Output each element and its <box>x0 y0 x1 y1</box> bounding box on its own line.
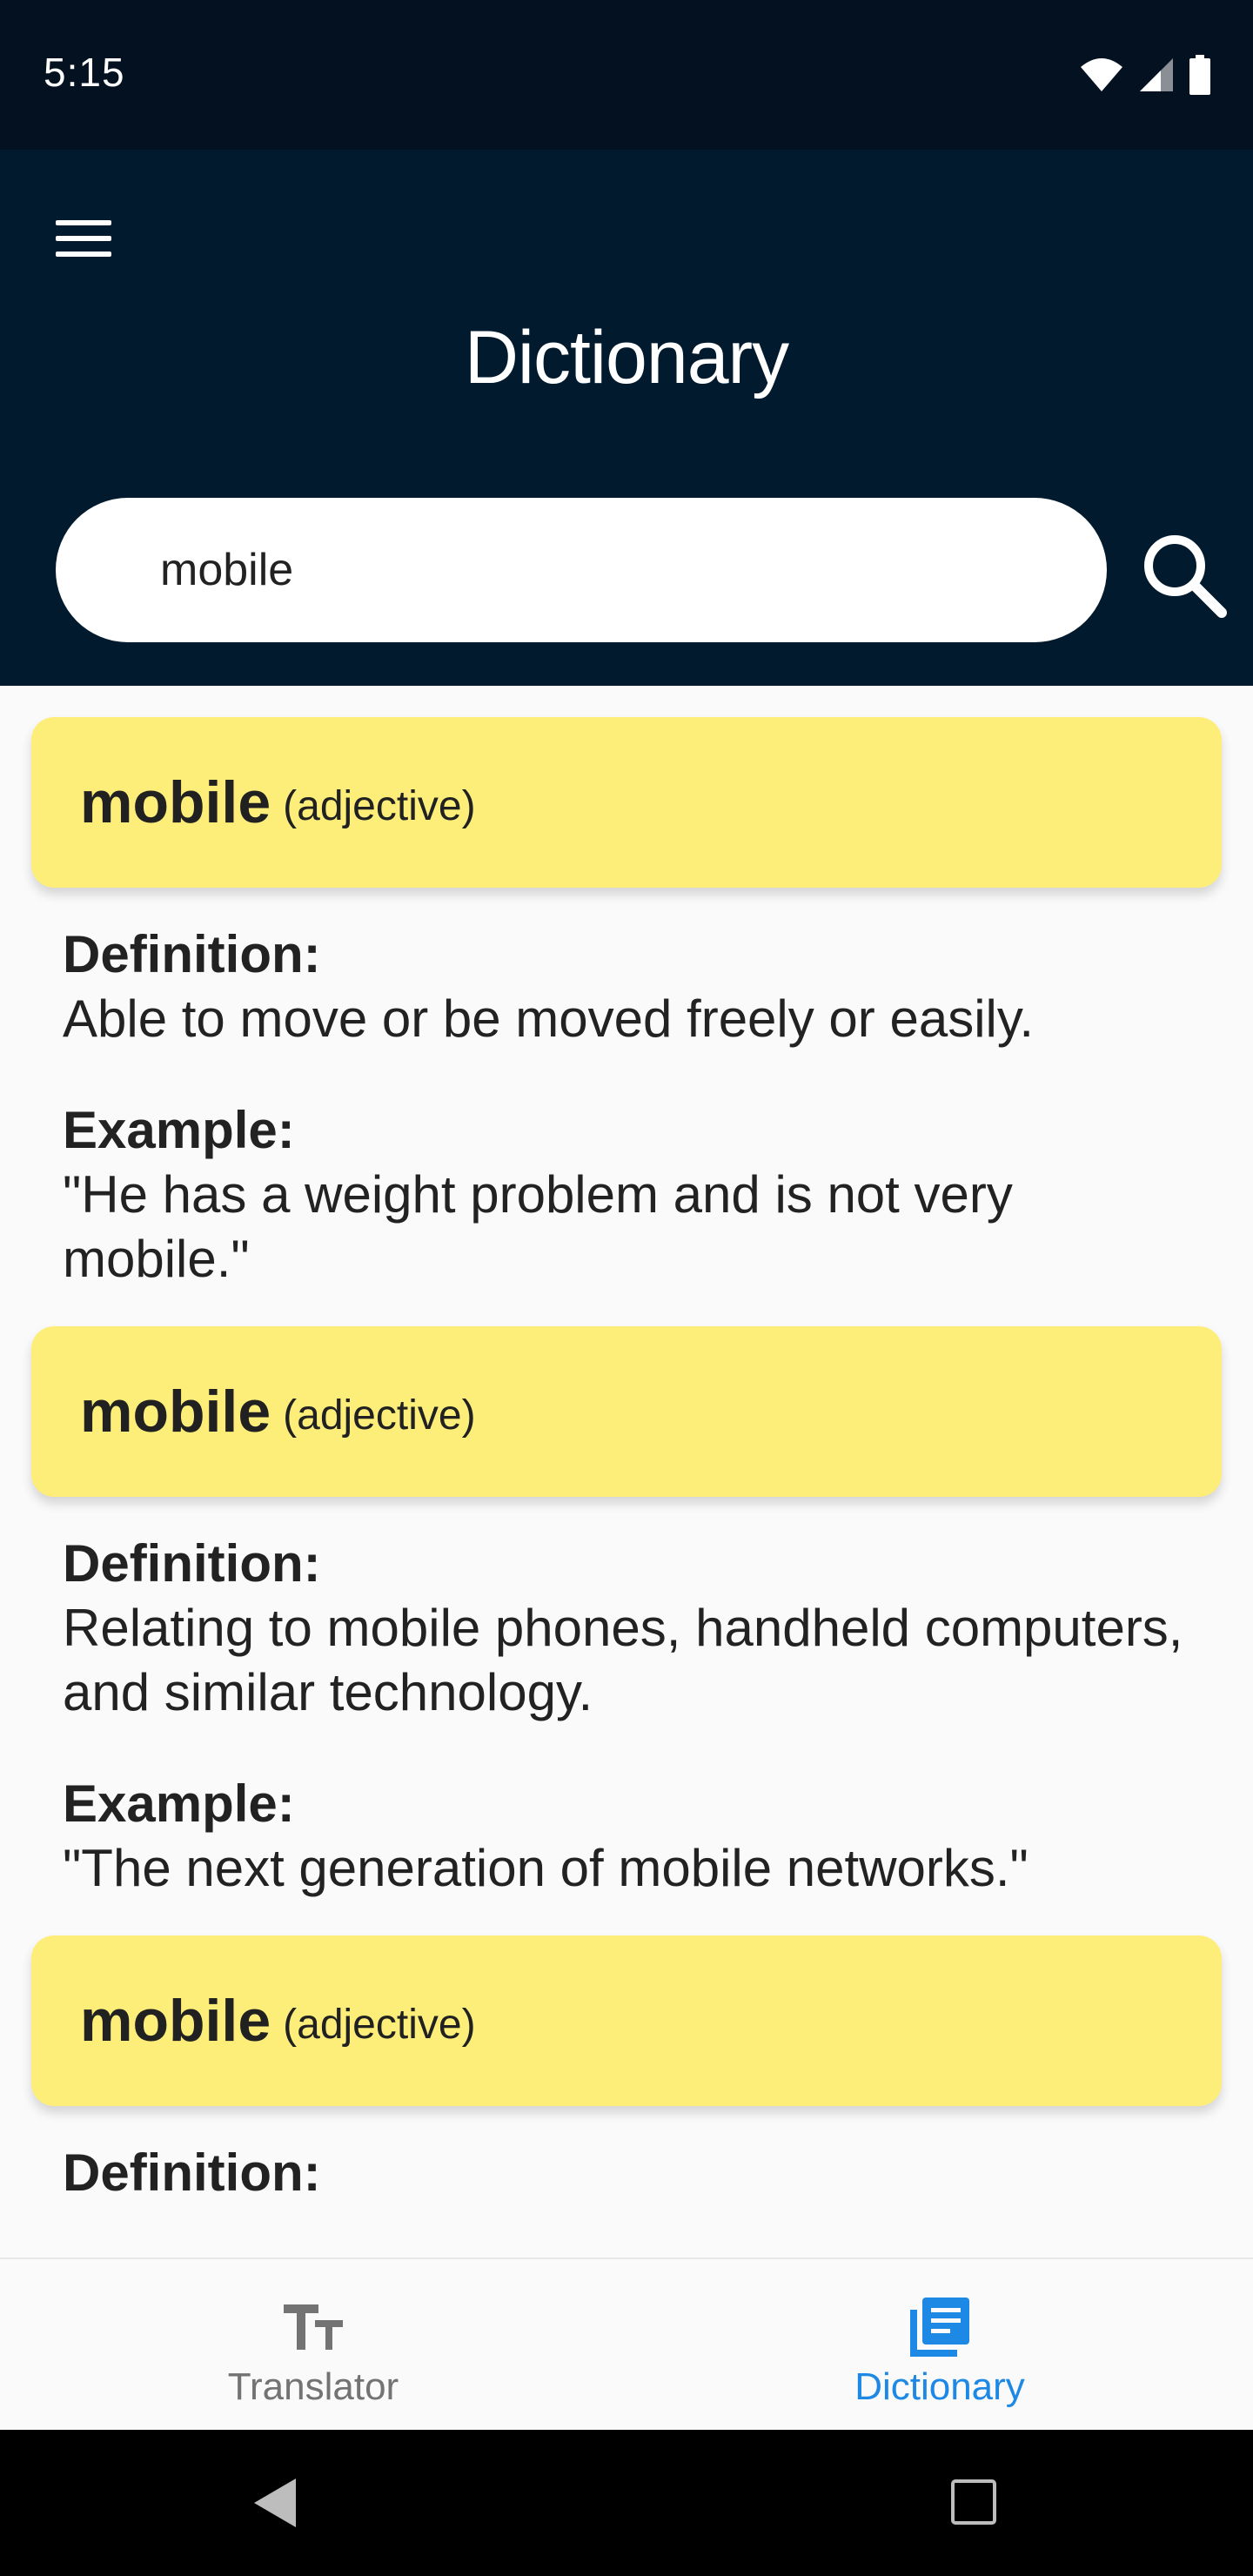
example-text: "He has a weight problem and is not very… <box>63 1165 1013 1288</box>
entry-header: mobile (adjective) <box>31 717 1222 888</box>
dictionary-entry: mobile (adjective) Definition: Able to m… <box>0 717 1253 1326</box>
dictionary-icon <box>910 2298 969 2357</box>
example-text: "The next generation of mobile networks.… <box>63 1839 1029 1897</box>
recent-apps-icon[interactable] <box>950 2479 997 2526</box>
entry-body: Definition: Relating to mobile phones, h… <box>0 1497 1253 1935</box>
entry-part-of-speech: (adjective) <box>283 782 476 829</box>
entry-header: mobile (adjective) <box>31 1935 1222 2106</box>
status-time: 5:15 <box>44 50 125 95</box>
app-bar: Dictionary <box>0 150 1253 686</box>
definition-text: Relating to mobile phones, handheld comp… <box>63 1599 1183 1721</box>
definition-label: Definition: <box>63 1534 321 1593</box>
wifi-icon <box>1081 58 1122 91</box>
nav-item-translator[interactable]: Translator <box>0 2259 626 2432</box>
entry-part-of-speech: (adjective) <box>283 2001 476 2048</box>
back-icon[interactable] <box>247 2475 303 2531</box>
nav-label-dictionary: Dictionary <box>854 2365 1025 2408</box>
text-size-icon <box>284 2304 343 2350</box>
entry-part-of-speech: (adjective) <box>283 1392 476 1439</box>
bottom-navigation: Translator Dictionary <box>0 2257 1253 2430</box>
entry-word: mobile <box>80 1988 271 2054</box>
cellular-signal-icon <box>1140 58 1173 91</box>
example-label: Example: <box>63 1774 295 1833</box>
status-icons <box>1079 54 1211 96</box>
dictionary-entry: mobile (adjective) Definition: <box>0 1935 1253 2240</box>
system-navigation-bar <box>0 2430 1253 2576</box>
dictionary-entry: mobile (adjective) Definition: Relating … <box>0 1326 1253 1935</box>
nav-label-translator: Translator <box>227 2365 399 2408</box>
nav-item-dictionary[interactable]: Dictionary <box>626 2259 1253 2432</box>
search-input[interactable] <box>158 543 1029 597</box>
page-title: Dictionary <box>464 316 789 399</box>
entry-body: Definition: <box>0 2106 1253 2240</box>
menu-button[interactable] <box>49 202 122 275</box>
results-list[interactable]: mobile (adjective) Definition: Able to m… <box>0 686 1253 2257</box>
definition-label: Definition: <box>63 925 321 983</box>
entry-word: mobile <box>80 769 271 835</box>
search-button[interactable] <box>1136 527 1232 623</box>
entry-header: mobile (adjective) <box>31 1326 1222 1497</box>
search-icon <box>1144 535 1227 618</box>
example-label: Example: <box>63 1101 295 1159</box>
definition-text: Able to move or be moved freely or easil… <box>63 989 1035 1048</box>
battery-icon <box>1189 55 1210 95</box>
hamburger-menu-icon <box>56 220 111 225</box>
status-bar: 5:15 <box>0 0 1253 150</box>
entry-word: mobile <box>80 1379 271 1445</box>
definition-label: Definition: <box>63 2143 321 2202</box>
entry-body: Definition: Able to move or be moved fre… <box>0 888 1253 1326</box>
search-box[interactable] <box>56 498 1107 642</box>
